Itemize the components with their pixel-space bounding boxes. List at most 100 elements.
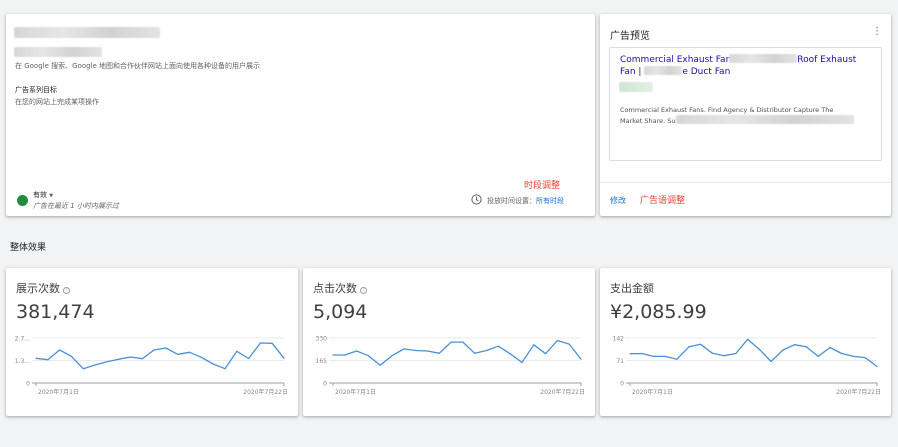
goal-value: 在您的网站上完成某项操作 — [15, 98, 99, 106]
data-point — [497, 345, 499, 347]
x-tick-label: 2020年7月22日 — [540, 388, 585, 396]
data-point — [118, 358, 120, 360]
data-point — [94, 364, 96, 366]
data-point — [165, 347, 167, 349]
data-point — [129, 356, 132, 358]
data-point — [212, 363, 214, 365]
data-point — [391, 355, 393, 357]
schedule-setting[interactable]: 投放时间设置：所有时段 — [487, 196, 564, 206]
data-point — [367, 355, 369, 357]
data-point — [629, 353, 631, 355]
data-point — [545, 353, 547, 355]
data-point — [641, 352, 643, 355]
x-tick-label: 2020年7月22日 — [836, 388, 881, 396]
status-dot-icon — [17, 195, 28, 206]
metric-card-clicks[interactable]: 点击次数? 5,094 330 165 0 2020年7月1日 2020年7月22日 — [303, 268, 595, 416]
schedule-label: 投放时间设置： — [487, 197, 536, 205]
ad-description-line-1: Commercial Exhaust Fans. Find Agency & D… — [620, 106, 834, 114]
help-icon[interactable]: ? — [360, 287, 367, 294]
data-point — [688, 346, 690, 348]
x-tick-label: 2020年7月22日 — [243, 388, 288, 396]
y-tick-label: 1.3... — [15, 358, 30, 365]
data-point — [580, 358, 582, 360]
data-point — [70, 355, 72, 357]
data-point — [59, 349, 61, 351]
more-options-icon[interactable]: ⋮ — [872, 26, 882, 37]
data-point — [177, 353, 179, 355]
data-point — [271, 342, 273, 344]
data-point — [652, 355, 655, 357]
metric-title: 支出金额 — [610, 282, 654, 295]
data-point — [153, 349, 155, 351]
y-tick-label: 165 — [316, 358, 328, 365]
data-point — [379, 364, 381, 366]
data-point — [876, 365, 878, 368]
y-tick-label: 71 — [616, 358, 624, 365]
data-point — [35, 357, 37, 359]
cost-chart: 142 71 0 2020年7月1日 2020年7月22日 — [613, 336, 881, 397]
status-label: 有效 — [33, 191, 47, 199]
data-point — [462, 341, 464, 343]
data-point — [556, 339, 558, 342]
data-point — [711, 352, 713, 354]
schedule-value-link[interactable]: 所有时段 — [536, 197, 564, 205]
data-point — [224, 368, 226, 370]
metric-card-impressions[interactable]: 展示次数? 381,474 2.7... 1.3... 0 2020年7月1日 2020… — [6, 268, 298, 416]
series-line — [629, 338, 878, 368]
data-point — [568, 343, 570, 345]
data-point — [248, 357, 250, 360]
data-point — [700, 343, 702, 345]
data-point — [426, 350, 429, 352]
campaign-summary-card: 在 Google 搜索、Google 地图和合作伙伴网站上面向使用各种设备的用户… — [6, 14, 595, 216]
ad-headline-part-3: Fan | — [620, 67, 645, 77]
ad-preview-box: Commercial Exhaust Far Roof Exhaust Fan |… — [609, 47, 882, 161]
section-title: 整体效果 — [10, 243, 47, 253]
status-note: 广告在最近 1 小时内展示过 — [33, 202, 119, 210]
data-point — [521, 361, 523, 364]
data-point — [344, 354, 346, 356]
clock-icon — [471, 194, 482, 205]
data-point — [676, 358, 678, 360]
data-point — [782, 349, 784, 351]
data-point — [259, 342, 261, 344]
data-point — [817, 355, 819, 357]
data-point — [747, 338, 749, 340]
data-point — [829, 346, 831, 349]
data-point — [450, 341, 452, 343]
help-icon[interactable]: ? — [63, 287, 70, 294]
data-point — [82, 368, 84, 370]
clicks-chart: 330 165 0 2020年7月1日 2020年7月22日 — [316, 336, 585, 397]
metric-card-cost[interactable]: 支出金额 ¥2,085.99 142 71 0 2020年7月1日 2020年7月22日 — [600, 268, 891, 416]
ad-description-line-2: Market Share. Su — [620, 117, 676, 125]
data-point — [332, 354, 334, 356]
data-point — [852, 355, 855, 357]
data-point — [236, 350, 238, 352]
campaign-type-redacted — [14, 47, 102, 57]
data-point — [735, 352, 737, 355]
ad-headline-part-2: Roof Exhaust — [797, 55, 857, 65]
data-point — [770, 360, 772, 363]
x-tick-label: 2020年7月1日 — [38, 388, 79, 396]
x-tick-label: 2020年7月1日 — [335, 388, 376, 396]
y-tick-label: 2.7... — [15, 336, 30, 343]
edit-ad-link[interactable]: 修改 — [610, 195, 626, 206]
metric-title-text: 展示次数 — [16, 282, 60, 295]
data-point — [664, 355, 666, 357]
y-tick-label: 0 — [323, 381, 327, 388]
data-point — [188, 351, 191, 353]
ad-description-redacted — [675, 115, 854, 124]
metric-title: 展示次数? — [16, 280, 70, 296]
x-tick-label: 2020年7月1日 — [632, 388, 673, 396]
y-tick-label: 0 — [26, 381, 30, 388]
data-point — [509, 353, 511, 355]
data-point — [864, 357, 866, 359]
data-point — [283, 357, 285, 359]
data-point — [356, 350, 358, 352]
networks-description: 在 Google 搜索、Google 地图和合作伙伴网站上面向使用各种设备的用户… — [15, 62, 261, 70]
status-dropdown[interactable]: 有效 ▼ — [33, 190, 53, 200]
preview-title: 广告预览 — [610, 31, 650, 42]
data-point — [106, 361, 108, 363]
data-point — [200, 356, 202, 358]
metric-value: ¥2,085.99 — [610, 301, 707, 323]
campaign-name-redacted — [14, 27, 160, 38]
